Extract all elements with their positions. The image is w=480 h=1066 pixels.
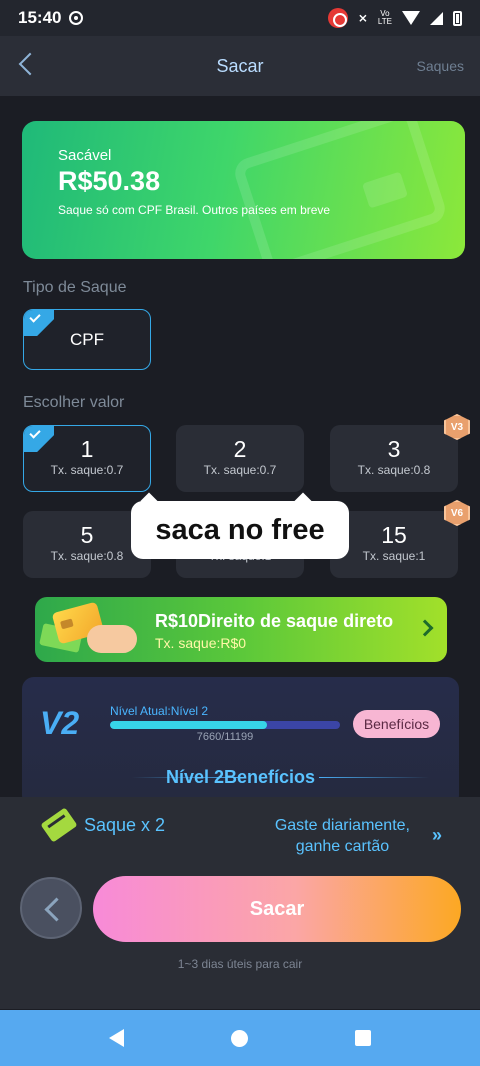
top-nav-bar: Sacar Saques bbox=[0, 36, 480, 96]
back-icon[interactable] bbox=[18, 52, 42, 76]
level-progress-fill bbox=[110, 721, 268, 729]
balance-note: Saque só com CPF Brasil. Outros países e… bbox=[58, 203, 331, 217]
choose-amount-label: Escolher valor bbox=[23, 394, 125, 411]
double-chevron-right-icon[interactable]: » bbox=[432, 825, 442, 846]
withdraw-multiplier-label: Saque x 2 bbox=[84, 814, 166, 835]
status-bar: 15:40 ⨯ Vo LTE bbox=[0, 0, 480, 36]
volte-icon: Vo LTE bbox=[377, 9, 392, 26]
status-icons: ⨯ Vo LTE bbox=[327, 8, 462, 28]
signal-icon bbox=[430, 11, 443, 25]
processing-days-note: 1~3 dias úteis para cair bbox=[177, 957, 303, 971]
vip-level-card: V2 Nível Atual:Nível 2 7660/11199 Benefí… bbox=[22, 677, 459, 807]
wifi-icon bbox=[402, 11, 420, 25]
promo-title: R$10Direito de saque direto bbox=[155, 611, 394, 631]
system-home-icon[interactable] bbox=[230, 1029, 248, 1047]
withdraw-type-cpf[interactable]: CPF bbox=[23, 309, 151, 370]
circle-back-button[interactable] bbox=[20, 877, 82, 939]
balance-label: Sacável bbox=[58, 147, 112, 164]
withdraw-card-info: Saque x 2 bbox=[40, 807, 166, 843]
current-level-label: Nível Atual:Nível 2 bbox=[110, 704, 209, 718]
benefits-title: Nível 2Benefícios bbox=[165, 767, 316, 787]
overlay-caption: saca no free bbox=[131, 501, 349, 559]
hand-icon bbox=[87, 625, 137, 653]
amount-option-1[interactable]: 1 Tx. saque:0.7 bbox=[23, 425, 151, 492]
daily-spend-line1: Gaste diariamente, bbox=[274, 817, 410, 834]
screen-record-icon bbox=[327, 8, 348, 28]
balance-amount: R$50.38 bbox=[58, 166, 161, 196]
balance-card: Sacável R$50.38 Saque só com CPF Brasil.… bbox=[22, 121, 465, 259]
promo-subtitle: Tx. saque:R$0 bbox=[155, 635, 247, 651]
level-progress-text: 7660/11199 bbox=[196, 731, 254, 743]
amount-fee: Tx. saque:0.7 bbox=[50, 463, 124, 477]
withdraw-type-cpf-label: CPF bbox=[70, 329, 104, 349]
amount-value: 15 bbox=[381, 522, 407, 548]
chevron-right-icon bbox=[416, 619, 434, 637]
vip-level-icon: V2 bbox=[40, 705, 80, 741]
system-nav-bar bbox=[0, 1010, 480, 1066]
amount-value: 2 bbox=[233, 436, 247, 462]
selected-check-icon bbox=[24, 310, 54, 336]
daily-spend-link[interactable]: Gaste diariamente, ganhe cartão bbox=[275, 815, 410, 857]
withdraw-type-label: Tipo de Saque bbox=[23, 279, 127, 296]
level-progress-bar bbox=[110, 721, 340, 729]
system-back-icon[interactable] bbox=[108, 1029, 124, 1047]
status-time: 15:40 bbox=[18, 8, 62, 27]
withdraw-card-icon bbox=[40, 807, 78, 843]
daily-spend-line2: ganhe cartão bbox=[295, 838, 390, 855]
bottom-panel: Saque x 2 Gaste diariamente, ganhe cartã… bbox=[0, 797, 480, 1009]
amount-value: 3 bbox=[387, 436, 401, 462]
mute-icon: ⨯ bbox=[357, 11, 368, 25]
withdraw-button[interactable]: Sacar bbox=[93, 876, 461, 942]
withdrawals-history-link[interactable]: Saques bbox=[417, 58, 464, 74]
battery-icon bbox=[453, 10, 462, 26]
amount-option-3[interactable]: 3 Tx. saque:0.8 bbox=[330, 425, 458, 492]
benefits-button[interactable]: Benefícios bbox=[353, 710, 440, 738]
amount-fee: Tx. saque:0.8 bbox=[357, 463, 431, 477]
amount-fee: Tx. saque:1 bbox=[362, 549, 426, 563]
amount-option-2[interactable]: 2 Tx. saque:0.7 bbox=[176, 425, 304, 492]
selected-check-icon bbox=[24, 426, 54, 452]
sync-icon bbox=[69, 11, 84, 25]
amount-option-15[interactable]: 15 Tx. saque:1 bbox=[330, 511, 458, 578]
amount-fee: Tx. saque:0.7 bbox=[203, 463, 277, 477]
page-title: Sacar bbox=[216, 55, 264, 76]
direct-withdraw-promo-banner[interactable]: R$10Direito de saque direto Tx. saque:R$… bbox=[35, 597, 447, 662]
system-recents-icon[interactable] bbox=[355, 1030, 372, 1046]
